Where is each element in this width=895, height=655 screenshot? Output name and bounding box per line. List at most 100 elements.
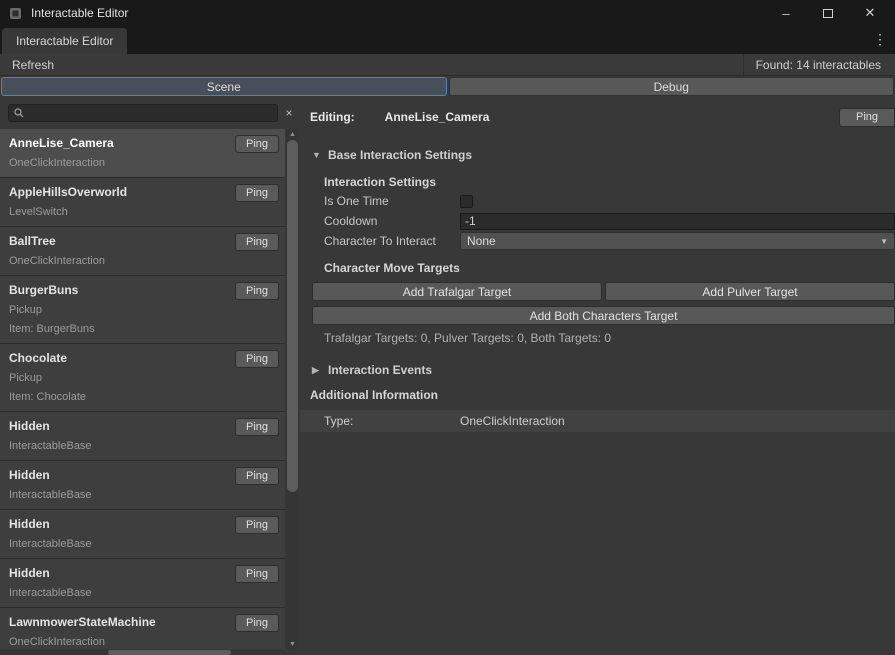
list-item-lawnmower-statemachine[interactable]: LawnmowerStateMachine OneClickInteractio… [0,608,285,649]
tab-scene[interactable]: Scene [1,77,447,96]
list-item-burgerbuns[interactable]: BurgerBuns Pickup Item: BurgerBuns Ping [0,276,285,344]
search-clear-button[interactable]: × [281,105,297,121]
search-box[interactable] [8,104,278,122]
cooldown-row: Cooldown [324,211,895,231]
vertical-scrollbar[interactable]: ▲ ▼ [286,129,299,649]
item-subtitle: InteractableBase [9,439,227,453]
add-both-characters-target-button[interactable]: Add Both Characters Target [312,306,895,325]
item-name: BurgerBuns [9,282,227,298]
item-name: Hidden [9,418,227,434]
scroll-up-icon[interactable]: ▲ [286,129,299,139]
maximize-button[interactable] [811,2,845,24]
list-item-hidden-4[interactable]: Hidden InteractableBase Ping [0,559,285,608]
list-item-annelise-camera[interactable]: AnneLise_Camera OneClickInteraction Ping [0,129,285,178]
interaction-settings-header: Interaction Settings [324,175,895,191]
type-value: OneClickInteraction [460,414,565,428]
editing-header: Editing: AnneLise_Camera Ping [310,107,895,127]
editor-tab-strip: Interactable Editor ⋮ [0,26,895,54]
toolbar: Refresh Found: 14 interactables [0,54,895,76]
item-subtitle: Pickup [9,371,227,385]
target-buttons-row: Add Trafalgar Target Add Pulver Target [312,282,895,301]
base-interaction-settings-foldout[interactable]: ▼ Base Interaction Settings [312,147,895,163]
tab-interactable-editor[interactable]: Interactable Editor [2,28,127,54]
item-subtitle: InteractableBase [9,537,227,551]
app-icon [8,6,23,21]
close-button[interactable]: ✕ [853,2,887,24]
minimize-button[interactable]: – [769,2,803,24]
item-subtitle: OneClickInteraction [9,156,227,170]
additional-information-header: Additional Information [310,388,895,404]
type-label: Type: [324,414,460,428]
ping-button[interactable]: Ping [235,614,279,632]
item-subtitle: InteractableBase [9,488,227,502]
ping-button[interactable]: Ping [235,184,279,202]
list-item-applehills-overworld[interactable]: AppleHillsOverworld LevelSwitch Ping [0,178,285,227]
list-item-hidden-1[interactable]: Hidden InteractableBase Ping [0,412,285,461]
item-subtitle: LevelSwitch [9,205,227,219]
search-input[interactable] [28,106,272,120]
foldout-open-icon: ▼ [312,150,321,160]
maximize-icon [823,9,833,18]
scroll-down-icon[interactable]: ▼ [286,639,299,649]
foldout-closed-icon: ▶ [312,365,321,376]
vertical-scrollbar-thumb[interactable] [287,140,298,492]
item-subtitle: Pickup [9,303,227,317]
ping-button[interactable]: Ping [235,516,279,534]
targets-summary: Trafalgar Targets: 0, Pulver Targets: 0,… [324,331,895,346]
add-trafalgar-target-button[interactable]: Add Trafalgar Target [312,282,602,301]
kebab-menu-icon[interactable]: ⋮ [873,31,895,54]
horizontal-scrollbar[interactable] [0,650,285,655]
character-to-interact-dropdown[interactable]: None ▼ [460,232,895,250]
editing-value: AnneLise_Camera [385,110,490,124]
item-name: LawnmowerStateMachine [9,614,227,630]
chevron-down-icon: ▼ [880,237,888,246]
ping-button[interactable]: Ping [235,282,279,300]
item-subtitle: OneClickInteraction [9,254,227,268]
ping-button[interactable]: Ping [235,418,279,436]
is-one-time-row: Is One Time [324,191,895,211]
item-name: Hidden [9,565,227,581]
list-item-hidden-3[interactable]: Hidden InteractableBase Ping [0,510,285,559]
item-name: Hidden [9,467,227,483]
cooldown-label: Cooldown [324,214,460,228]
ping-button[interactable]: Ping [235,467,279,485]
item-subtitle: Item: BurgerBuns [9,322,227,336]
tab-debug[interactable]: Debug [449,77,895,96]
item-name: BallTree [9,233,227,249]
ping-button[interactable]: Ping [235,233,279,251]
foldout-label: Interaction Events [328,363,432,377]
found-count-label: Found: 14 interactables [743,54,895,75]
search-row: × [0,99,300,127]
item-subtitle: OneClickInteraction [9,635,227,649]
foldout-label: Base Interaction Settings [328,148,472,162]
search-icon [14,108,24,118]
ping-button[interactable]: Ping [235,135,279,153]
inspector-ping-button[interactable]: Ping [839,108,895,127]
interaction-events-foldout[interactable]: ▶ Interaction Events [312,362,895,378]
is-one-time-checkbox[interactable] [460,195,473,208]
item-name: Hidden [9,516,227,532]
editing-label: Editing: [310,110,355,124]
list-item-balltree[interactable]: BallTree OneClickInteraction Ping [0,227,285,276]
both-target-button-row: Add Both Characters Target [312,306,895,325]
scene-list-panel: × AnneLise_Camera OneClickInteraction Pi… [0,99,300,655]
character-to-interact-label: Character To Interact [324,234,460,248]
character-to-interact-row: Character To Interact None ▼ [324,231,895,251]
add-pulver-target-button[interactable]: Add Pulver Target [605,282,895,301]
item-name: AnneLise_Camera [9,135,227,151]
item-subtitle: Item: Chocolate [9,390,227,404]
item-name: Chocolate [9,350,227,366]
refresh-button[interactable]: Refresh [0,54,66,75]
character-move-targets-header: Character Move Targets [324,261,895,277]
item-name: AppleHillsOverworld [9,184,227,200]
interactable-list: AnneLise_Camera OneClickInteraction Ping… [0,129,285,649]
type-row: Type: OneClickInteraction [300,410,895,432]
list-item-chocolate[interactable]: Chocolate Pickup Item: Chocolate Ping [0,344,285,412]
cooldown-input[interactable] [460,213,895,230]
ping-button[interactable]: Ping [235,350,279,368]
list-item-hidden-2[interactable]: Hidden InteractableBase Ping [0,461,285,510]
dropdown-value: None [467,234,496,248]
view-tabs: Scene Debug [1,77,894,96]
ping-button[interactable]: Ping [235,565,279,583]
horizontal-scrollbar-thumb[interactable] [108,650,231,655]
